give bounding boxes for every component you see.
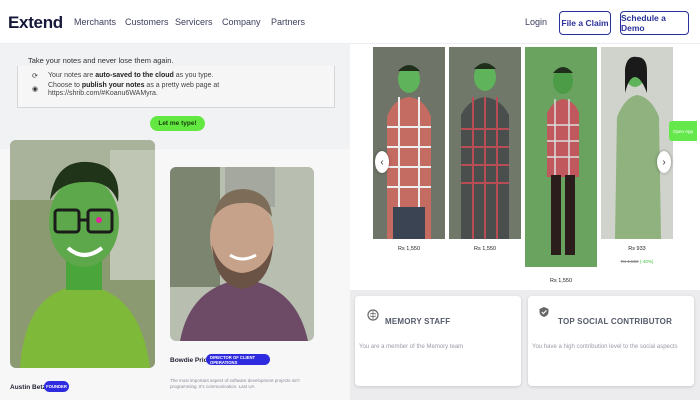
product-card[interactable]: [449, 47, 521, 239]
nav-link-company[interactable]: Company: [222, 17, 261, 27]
product-discount-row: Rs 1,550 (-40%): [620, 259, 654, 264]
chevron-left-icon: ‹: [380, 156, 384, 168]
bowdie-bio: The most important aspect of software de…: [170, 378, 300, 389]
badge-description: You are a member of the Memory team: [359, 344, 464, 350]
austin-photo: [10, 140, 155, 368]
globe-icon: ◉: [32, 86, 39, 93]
login-link[interactable]: Login: [525, 17, 547, 27]
chevron-right-icon: ›: [662, 156, 666, 168]
nav-link-customers[interactable]: Customers: [125, 17, 169, 27]
carousel-prev-button[interactable]: ‹: [375, 151, 389, 173]
nav-link-partners[interactable]: Partners: [271, 17, 305, 27]
product-card[interactable]: [601, 47, 673, 239]
extend-logo[interactable]: Extend: [8, 13, 63, 33]
nav-link-servicers[interactable]: Servicers: [175, 17, 213, 27]
badge-card-memory-staff: MEMORY STAFF You are a member of the Mem…: [355, 296, 521, 386]
product-price: Rs 1,550: [473, 246, 496, 252]
shield-check-icon: [539, 307, 549, 317]
file-claim-button[interactable]: File a Claim: [559, 11, 611, 35]
notes-url[interactable]: https://shrib.com/#Koanu6WAMyra.: [48, 90, 158, 99]
badge-card-top-social-contributor: TOP SOCIAL CONTRIBUTOR You have a high c…: [528, 296, 694, 386]
top-navbar: Extend Merchants Customers Servicers Com…: [0, 0, 700, 44]
let-me-type-button[interactable]: Let me type!: [150, 116, 205, 131]
product-price: Rs 933: [628, 246, 646, 252]
role-badge-founder: FOUNDER: [44, 381, 69, 392]
badge-title: MEMORY STAFF: [385, 317, 451, 326]
schedule-demo-button[interactable]: Schedule a Demo: [620, 11, 689, 35]
badge-title: TOP SOCIAL CONTRIBUTOR: [558, 317, 673, 326]
person-name-bowdie: Bowdie Price: [170, 357, 211, 364]
notes-autosave-line: Your notes are auto-saved to the cloud a…: [48, 72, 214, 79]
product-price: Rs 1,550: [549, 278, 572, 284]
notes-heading: Take your notes and never lose them agai…: [28, 56, 174, 65]
nav-link-merchants[interactable]: Merchants: [74, 17, 116, 27]
product-card[interactable]: [373, 47, 445, 239]
role-badge-director: DIRECTOR OF CLIENT OPERATIONS: [206, 354, 270, 365]
carousel-next-button[interactable]: ›: [657, 151, 671, 173]
bowdie-photo: [170, 167, 314, 341]
badge-description: You have a high contribution level to th…: [532, 344, 678, 350]
brain-icon: [367, 309, 379, 321]
cloud-sync-icon: ⟳: [32, 73, 38, 80]
open-app-button[interactable]: Open App: [669, 121, 697, 141]
product-price: Rs 1,550: [397, 246, 420, 252]
product-card[interactable]: [525, 47, 597, 267]
